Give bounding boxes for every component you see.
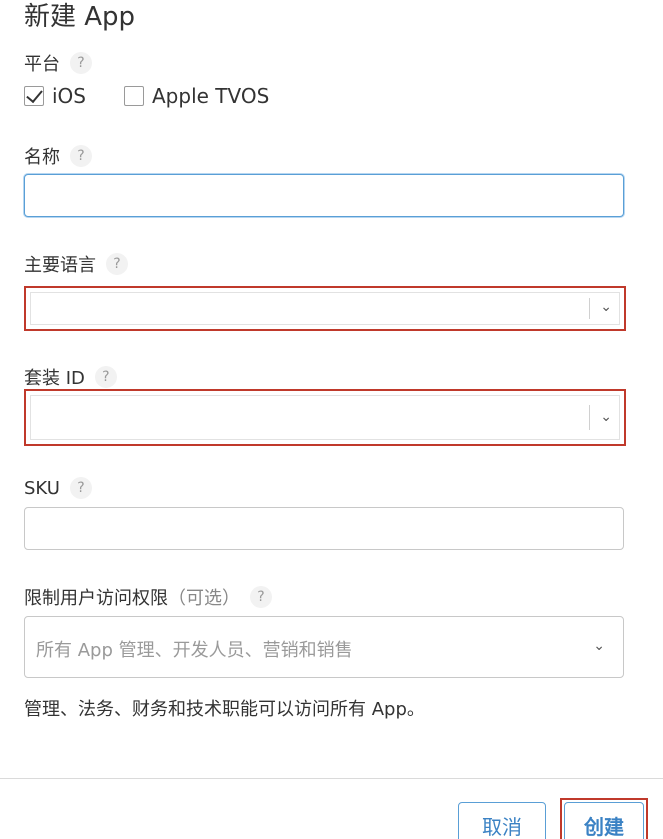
page-title: 新建 App	[24, 2, 136, 32]
footer-divider	[0, 778, 663, 779]
name-help-icon[interactable]: ?	[70, 145, 92, 167]
ios-label: iOS	[52, 84, 86, 108]
access-label: 限制用户访问权限	[24, 588, 168, 609]
platform-label-row: 平台 ?	[24, 50, 92, 76]
name-label-row: 名称 ?	[24, 143, 92, 169]
primary-language-help-icon[interactable]: ?	[106, 253, 128, 275]
bundle-id-divider	[589, 405, 590, 430]
tvos-checkbox[interactable]	[124, 86, 144, 106]
sku-input[interactable]	[24, 507, 624, 550]
name-input[interactable]	[24, 174, 624, 217]
platform-label: 平台	[24, 54, 60, 75]
sku-label-row: SKU ?	[24, 477, 92, 499]
access-placeholder: 所有 App 管理、开发人员、营销和销售	[36, 640, 353, 661]
access-note: 管理、法务、财务和技术职能可以访问所有 App。	[24, 699, 425, 720]
primary-language-divider	[589, 298, 590, 319]
sku-help-icon[interactable]: ?	[69, 477, 92, 499]
chevron-down-icon[interactable]: ⌄	[593, 638, 605, 654]
platform-help-icon[interactable]: ?	[70, 52, 92, 74]
access-select[interactable]: 所有 App 管理、开发人员、营销和销售 ⌄	[24, 616, 624, 678]
bundle-id-label-row: 套装 ID ?	[24, 364, 117, 390]
bundle-id-select-field[interactable]	[30, 395, 620, 440]
cancel-button[interactable]: 取消	[458, 802, 546, 839]
primary-language-label-row: 主要语言 ?	[24, 251, 128, 277]
platform-option-ios[interactable]: iOS	[24, 84, 86, 108]
bundle-id-label: 套装 ID	[24, 368, 85, 389]
bundle-id-select[interactable]: ⌄	[24, 389, 626, 446]
name-label: 名称	[24, 147, 60, 168]
primary-language-label: 主要语言	[24, 255, 96, 276]
primary-language-select[interactable]: ⌄	[24, 286, 626, 331]
access-optional-label: （可选）	[168, 588, 240, 609]
access-label-row: 限制用户访问权限 （可选） ?	[24, 584, 272, 610]
chevron-down-icon[interactable]: ⌄	[600, 299, 612, 315]
platform-options: iOS Apple TVOS	[24, 84, 307, 108]
create-button[interactable]: 创建	[564, 802, 644, 839]
tvos-label: Apple TVOS	[152, 84, 270, 108]
ios-checkbox[interactable]	[24, 86, 44, 106]
access-help-icon[interactable]: ?	[250, 586, 272, 608]
primary-language-select-field[interactable]	[30, 292, 620, 325]
sku-label: SKU	[24, 477, 60, 499]
bundle-id-help-icon[interactable]: ?	[94, 366, 117, 388]
chevron-down-icon[interactable]: ⌄	[600, 409, 612, 425]
platform-option-tvos[interactable]: Apple TVOS	[124, 84, 269, 108]
